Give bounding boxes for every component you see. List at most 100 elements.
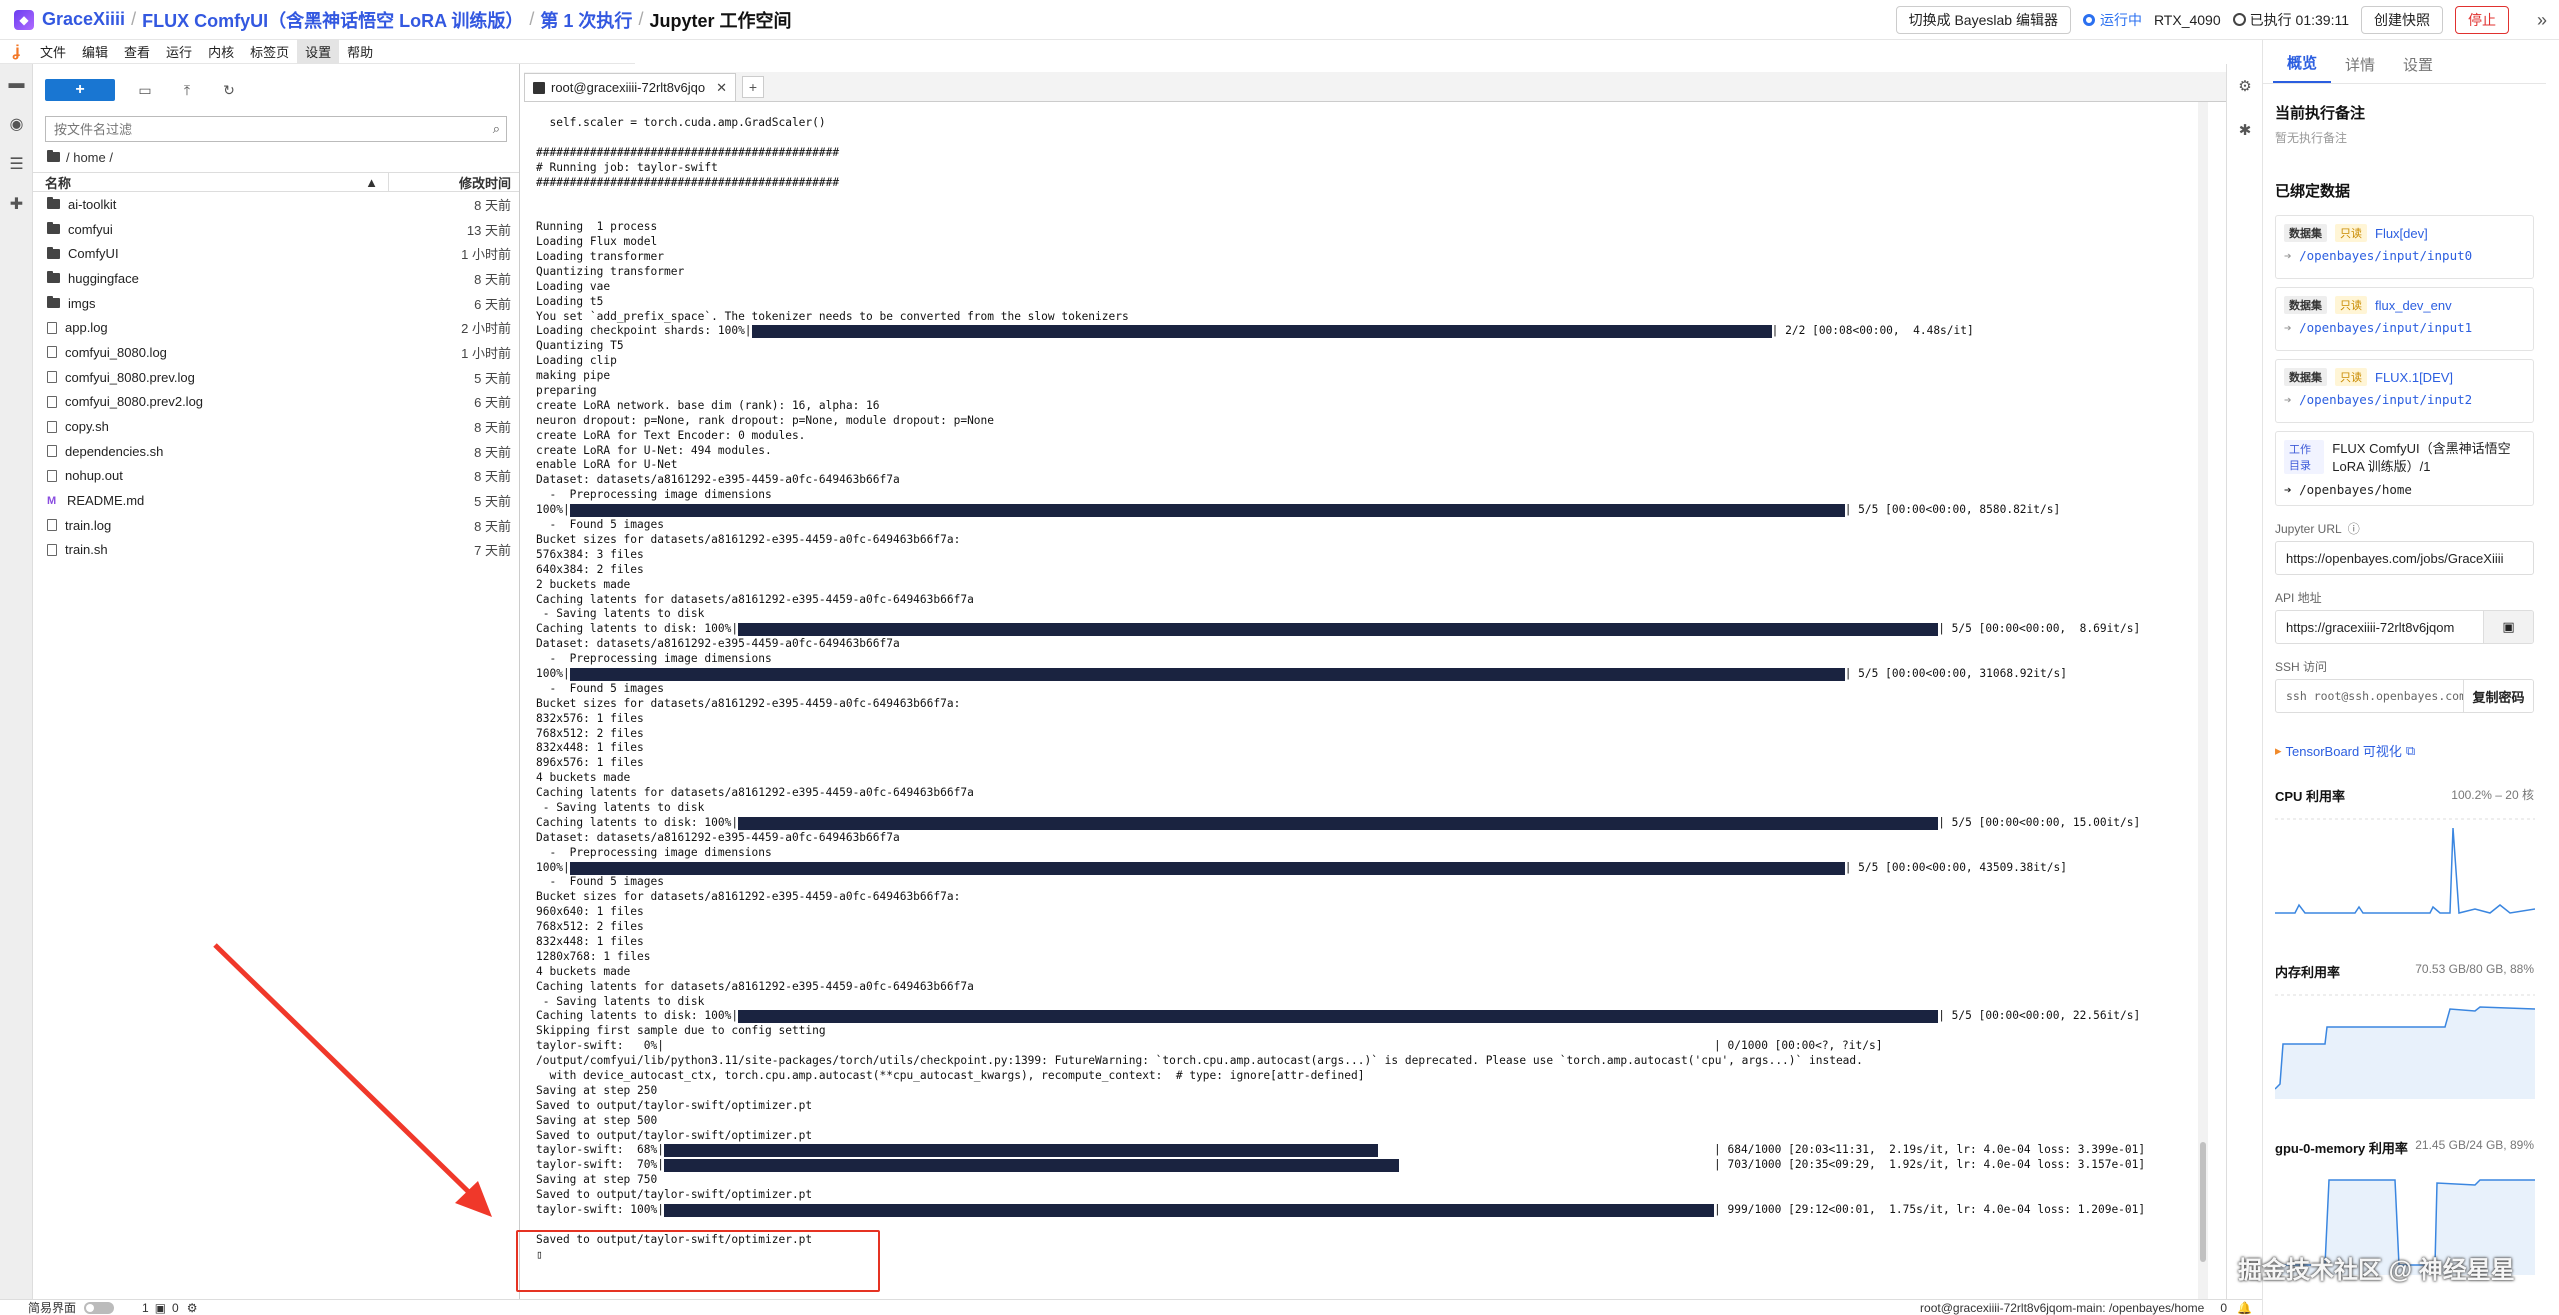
tab-terminal[interactable]: root@gracexiiii-72rlt8v6jqo ✕ — [524, 73, 736, 101]
terminal-line: 832x576: 1 files — [536, 711, 644, 725]
terminal[interactable]: self.scaler = torch.cuda.amp.GradScaler(… — [524, 102, 2208, 1299]
dataset-name-link[interactable]: Flux[dev] — [2375, 226, 2428, 241]
breadcrumb-project[interactable]: FLUX ComfyUI（含黑神话悟空 LoRA 训练版） — [142, 7, 523, 33]
file-row[interactable]: comfyui_8080.prev.log 5 天前 — [33, 365, 519, 390]
file-row[interactable]: M README.md 5 天前 — [33, 488, 519, 513]
file-name: train.log — [65, 517, 112, 533]
terminal-scrollbar[interactable] — [2198, 102, 2208, 1299]
progress-bar-fill — [751, 325, 1772, 339]
menu-tabs[interactable]: 标签页 — [242, 39, 297, 64]
progress-stats: | 5/5 [00:00<00:00, 43509.38it/s] — [1844, 860, 2067, 874]
terminal-line: create LoRA for Text Encoder: 0 modules. — [536, 428, 806, 442]
file-row[interactable]: ai-toolkit 8 天前 — [33, 192, 519, 217]
file-row[interactable]: app.log 2 小时前 — [33, 315, 519, 340]
command-list-icon[interactable]: ☰ — [0, 144, 33, 184]
tab-overview[interactable]: 概览 — [2273, 52, 2332, 83]
chevron-double-right-icon[interactable]: » — [2537, 10, 2547, 31]
bell-icon[interactable]: 🔔 — [2237, 1301, 2252, 1315]
file-row[interactable]: comfyui 13 天前 — [33, 217, 519, 242]
terminal-line: Saving at step 750 — [536, 1173, 658, 1187]
file-row[interactable]: copy.sh 8 天前 — [33, 414, 519, 439]
extension-puzzle-icon[interactable]: ✚ — [0, 184, 33, 224]
file-row[interactable]: nohup.out 8 天前 — [33, 464, 519, 489]
terminal-line: 768x512: 2 files — [536, 920, 644, 934]
debugger-bug-icon[interactable]: ✱ — [2227, 108, 2263, 152]
progress-stats: | 5/5 [00:00<00:00, 15.00it/s] — [1938, 815, 2141, 829]
api-url-field[interactable]: https://gracexiiii-72rlt8v6jqom ▣ — [2275, 610, 2534, 644]
file-row[interactable]: train.sh 7 天前 — [33, 538, 519, 563]
terminal-line: 576x384: 3 files — [536, 547, 644, 561]
file-modified: 7 天前 — [474, 543, 511, 559]
running-sessions-icon[interactable]: ◉ — [0, 104, 33, 144]
file-row[interactable]: train.log 8 天前 — [33, 513, 519, 538]
terminal-line: 896x576: 1 files — [536, 756, 644, 770]
kernel-count[interactable]: 0 — [172, 1301, 179, 1315]
open-external-icon[interactable]: ▣ — [2483, 611, 2533, 643]
menu-settings[interactable]: 设置 — [297, 39, 340, 64]
terminal-line: 1280x768: 1 files — [536, 949, 651, 963]
folder-icon — [47, 222, 60, 235]
file-name: comfyui — [68, 221, 113, 237]
tab-settings[interactable]: 设置 — [2389, 54, 2447, 83]
progress-stats: | 0/1000 [00:00<?, ?it/s] — [1714, 1039, 1883, 1053]
menu-edit[interactable]: 编辑 — [74, 39, 116, 64]
create-snapshot-button[interactable]: 创建快照 — [2361, 5, 2443, 34]
file-row[interactable]: dependencies.sh 8 天前 — [33, 439, 519, 464]
file-row[interactable]: huggingface 8 天前 — [33, 266, 519, 291]
add-tab-button[interactable]: + — [742, 76, 764, 98]
new-launcher-button[interactable]: + — [45, 79, 115, 101]
column-header-modified[interactable]: 修改时间 — [389, 173, 519, 192]
dataset-name-link[interactable]: FLUX.1[DEV] — [2375, 370, 2453, 385]
upload-icon[interactable]: ⤒ — [175, 82, 199, 99]
progress-stats: | 703/1000 [20:35<09:29, 1.92s/it, lr: 4… — [1714, 1158, 2146, 1172]
progress-stats: | 5/5 [00:00<00:00, 31068.92it/s] — [1844, 666, 2067, 680]
watermark: 掘金技术社区 @ 神经星星 — [2238, 1257, 2515, 1284]
terminal-line: Caching latents for datasets/a8161292-e3… — [536, 979, 974, 993]
ssh-command-field[interactable]: ssh root@ssh.openbayes.com 复制密码 — [2275, 679, 2534, 713]
copy-password-button[interactable]: 复制密码 — [2463, 680, 2533, 712]
terminal-line: Caching latents for datasets/a8161292-e3… — [536, 592, 974, 606]
tab-details[interactable]: 详情 — [2331, 54, 2389, 83]
tensorboard-link[interactable]: ▸ TensorBoard 可视化 ⧉ — [2263, 713, 2546, 760]
file-modified: 5 天前 — [474, 494, 511, 510]
dataset-name-link[interactable]: flux_dev_env — [2375, 298, 2452, 313]
menu-help[interactable]: 帮助 — [339, 39, 381, 64]
settings-gear-icon[interactable]: ⚙ — [2227, 64, 2263, 108]
terminal-line: - Saving latents to disk — [536, 607, 705, 621]
file-name: comfyui_8080.prev2.log — [65, 394, 204, 410]
breadcrumb-path[interactable]: / home / — [66, 150, 113, 165]
folder-icon[interactable]: ▬ — [0, 64, 33, 104]
notification-count[interactable]: 0 — [2220, 1301, 2227, 1315]
breadcrumb-user[interactable]: GraceXiiii — [42, 9, 125, 30]
new-folder-icon[interactable]: ▭ — [133, 82, 157, 99]
file-filter: ⌕ — [45, 116, 507, 142]
stop-button[interactable]: 停止 — [2455, 5, 2509, 34]
menu-kernel[interactable]: 内核 — [200, 39, 242, 64]
folder-icon[interactable] — [47, 150, 60, 162]
breadcrumb-execution[interactable]: 第 1 次执行 — [540, 7, 632, 33]
readonly-badge: 只读 — [2335, 296, 2367, 314]
file-row[interactable]: ComfyUI 1 小时前 — [33, 241, 519, 266]
top-bar: ◆ GraceXiiii / FLUX ComfyUI（含黑神话悟空 LoRA … — [0, 0, 2559, 40]
file-modified: 6 天前 — [474, 296, 511, 312]
scrollbar-thumb[interactable] — [2200, 1142, 2206, 1262]
file-row[interactable]: imgs 6 天前 — [33, 291, 519, 316]
terminal-line: create LoRA for U-Net: 494 modules. — [536, 443, 772, 457]
terminal-tab-bar: root@gracexiiii-72rlt8v6jqo ✕ + — [524, 72, 2229, 102]
menu-file[interactable]: 文件 — [32, 39, 74, 64]
menu-view[interactable]: 查看 — [116, 39, 158, 64]
refresh-icon[interactable]: ↻ — [217, 82, 241, 99]
file-row[interactable]: comfyui_8080.log 1 小时前 — [33, 340, 519, 365]
settings-gear-icon[interactable]: ⚙ — [187, 1301, 198, 1315]
close-icon[interactable]: ✕ — [716, 80, 727, 96]
jupyter-url-field[interactable]: https://openbayes.com/jobs/GraceXiiii — [2275, 541, 2534, 575]
file-filter-input[interactable] — [46, 117, 506, 141]
file-row[interactable]: comfyui_8080.prev2.log 6 天前 — [33, 390, 519, 415]
column-header-name[interactable]: 名称 ▲ — [33, 173, 389, 191]
terminal-count[interactable]: 1 — [142, 1301, 149, 1315]
simple-mode-toggle[interactable] — [84, 1301, 115, 1314]
memory-title: 内存利用率 — [2275, 965, 2341, 980]
switch-editor-button[interactable]: 切换成 Bayeslab 编辑器 — [1895, 5, 2071, 34]
menu-run[interactable]: 运行 — [158, 39, 200, 64]
